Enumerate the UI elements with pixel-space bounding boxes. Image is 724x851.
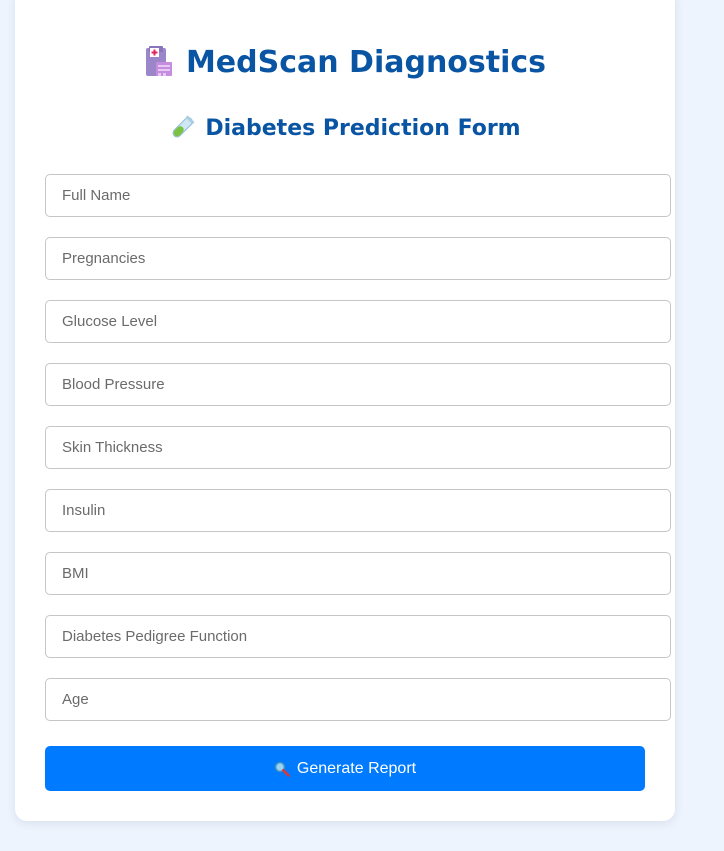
form-subtitle: Diabetes Prediction Form <box>205 115 521 141</box>
bmi-field[interactable] <box>45 552 671 595</box>
title-row: MedScan Diagnostics <box>15 40 675 84</box>
magnifier-icon <box>274 761 290 777</box>
test-tube-icon <box>169 115 195 141</box>
generate-report-label: Generate Report <box>296 759 417 777</box>
diabetes-prediction-form <box>45 174 671 741</box>
insulin-field[interactable] <box>45 489 671 532</box>
age-field[interactable] <box>45 678 671 721</box>
generate-report-button[interactable]: Generate Report <box>45 746 645 791</box>
page-title: MedScan Diagnostics <box>185 44 547 80</box>
glucose-field[interactable] <box>45 300 671 343</box>
hospital-icon <box>144 46 174 78</box>
full-name-field[interactable] <box>45 174 671 217</box>
blood-pressure-field[interactable] <box>45 363 671 406</box>
pedigree-field[interactable] <box>45 615 671 658</box>
skin-thickness-field[interactable] <box>45 426 671 469</box>
form-card: MedScan Diagnostics Diabetes Prediction … <box>15 0 675 821</box>
subtitle-row: Diabetes Prediction Form <box>15 112 675 144</box>
pregnancies-field[interactable] <box>45 237 671 280</box>
